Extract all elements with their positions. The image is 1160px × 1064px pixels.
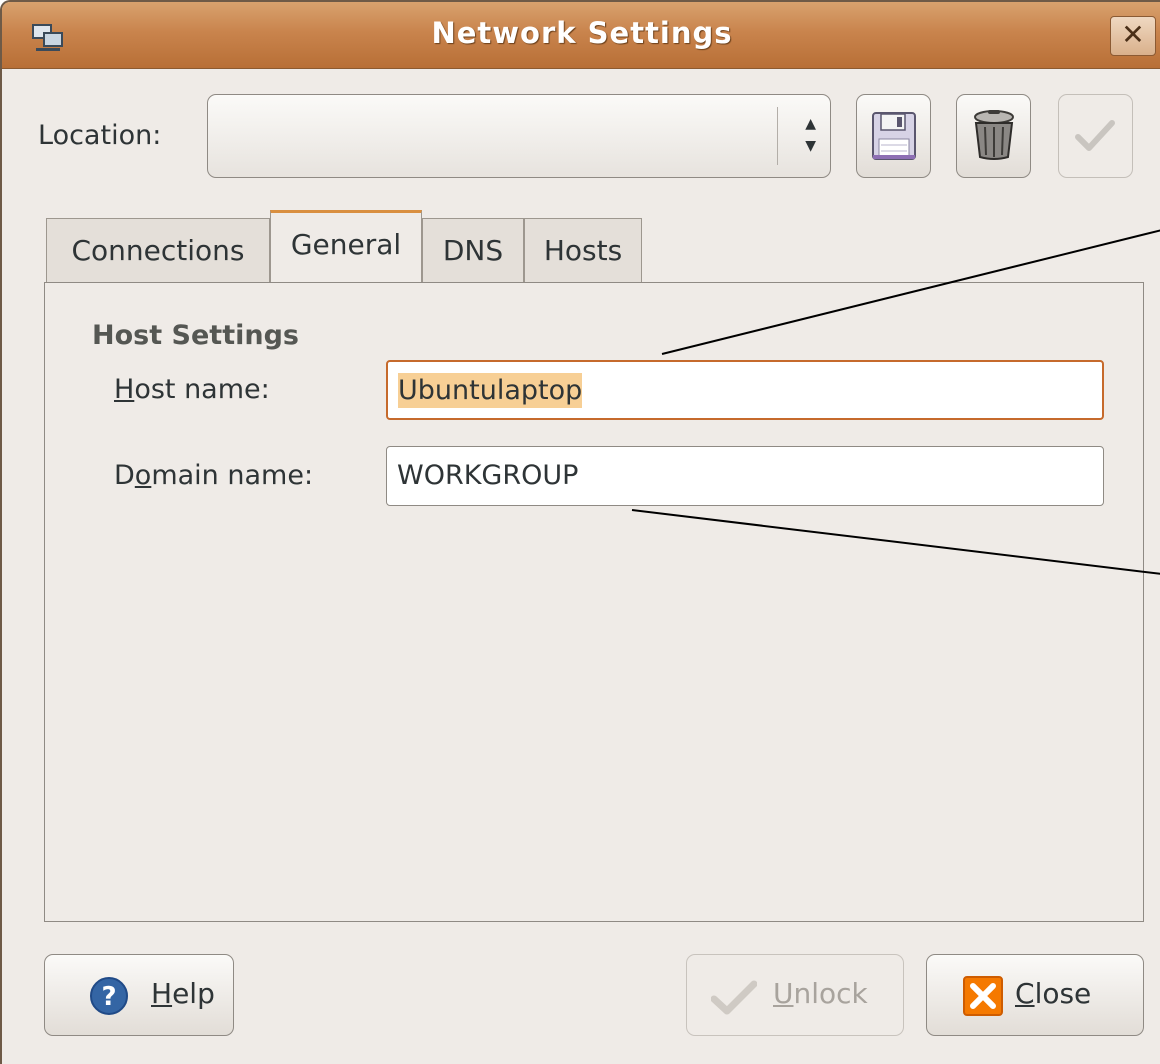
close-icon [963, 976, 1003, 1016]
network-settings-window: Network Settings ✕ Location: ▲ ▼ Connect… [0, 0, 1160, 1064]
help-button-label: Help [151, 977, 215, 1010]
domain-name-value: WORKGROUP [397, 460, 579, 491]
title-bar[interactable]: Network Settings ✕ [2, 2, 1160, 69]
domain-name-input[interactable]: WORKGROUP [386, 446, 1104, 506]
host-name-value: Ubuntulaptop [398, 373, 583, 408]
trash-can-icon [974, 110, 1014, 160]
combo-separator [777, 107, 778, 165]
checkmark-icon [711, 980, 757, 1015]
tab-general[interactable]: General [270, 210, 422, 282]
domain-name-label: Domain name: [114, 460, 314, 491]
checkmark-icon [1075, 120, 1115, 151]
unlock-button[interactable]: Unlock [686, 954, 904, 1036]
help-icon: ? [90, 977, 128, 1015]
tab-hosts[interactable]: Hosts [524, 218, 642, 282]
window-close-button[interactable]: ✕ [1110, 16, 1156, 56]
window-title: Network Settings [431, 16, 733, 50]
host-name-label: Host name: [114, 374, 270, 405]
unlock-button-label: Unlock [773, 977, 868, 1010]
floppy-disk-icon [872, 112, 916, 160]
save-location-button[interactable] [856, 94, 931, 178]
host-name-input[interactable]: Ubuntulaptop [386, 360, 1104, 420]
up-down-arrows-icon: ▲ ▼ [805, 116, 816, 154]
location-combobox[interactable]: ▲ ▼ [207, 94, 831, 178]
tab-dns[interactable]: DNS [422, 218, 524, 282]
host-settings-heading: Host Settings [92, 320, 299, 351]
svg-text:?: ? [101, 982, 116, 1012]
close-button-label: Close [1015, 977, 1092, 1010]
close-button[interactable]: Close [926, 954, 1144, 1036]
delete-location-button[interactable] [956, 94, 1031, 178]
tab-connections[interactable]: Connections [46, 218, 270, 282]
location-label: Location: [38, 120, 162, 151]
apply-location-button[interactable] [1058, 94, 1133, 178]
help-button[interactable]: ? Help [44, 954, 234, 1036]
